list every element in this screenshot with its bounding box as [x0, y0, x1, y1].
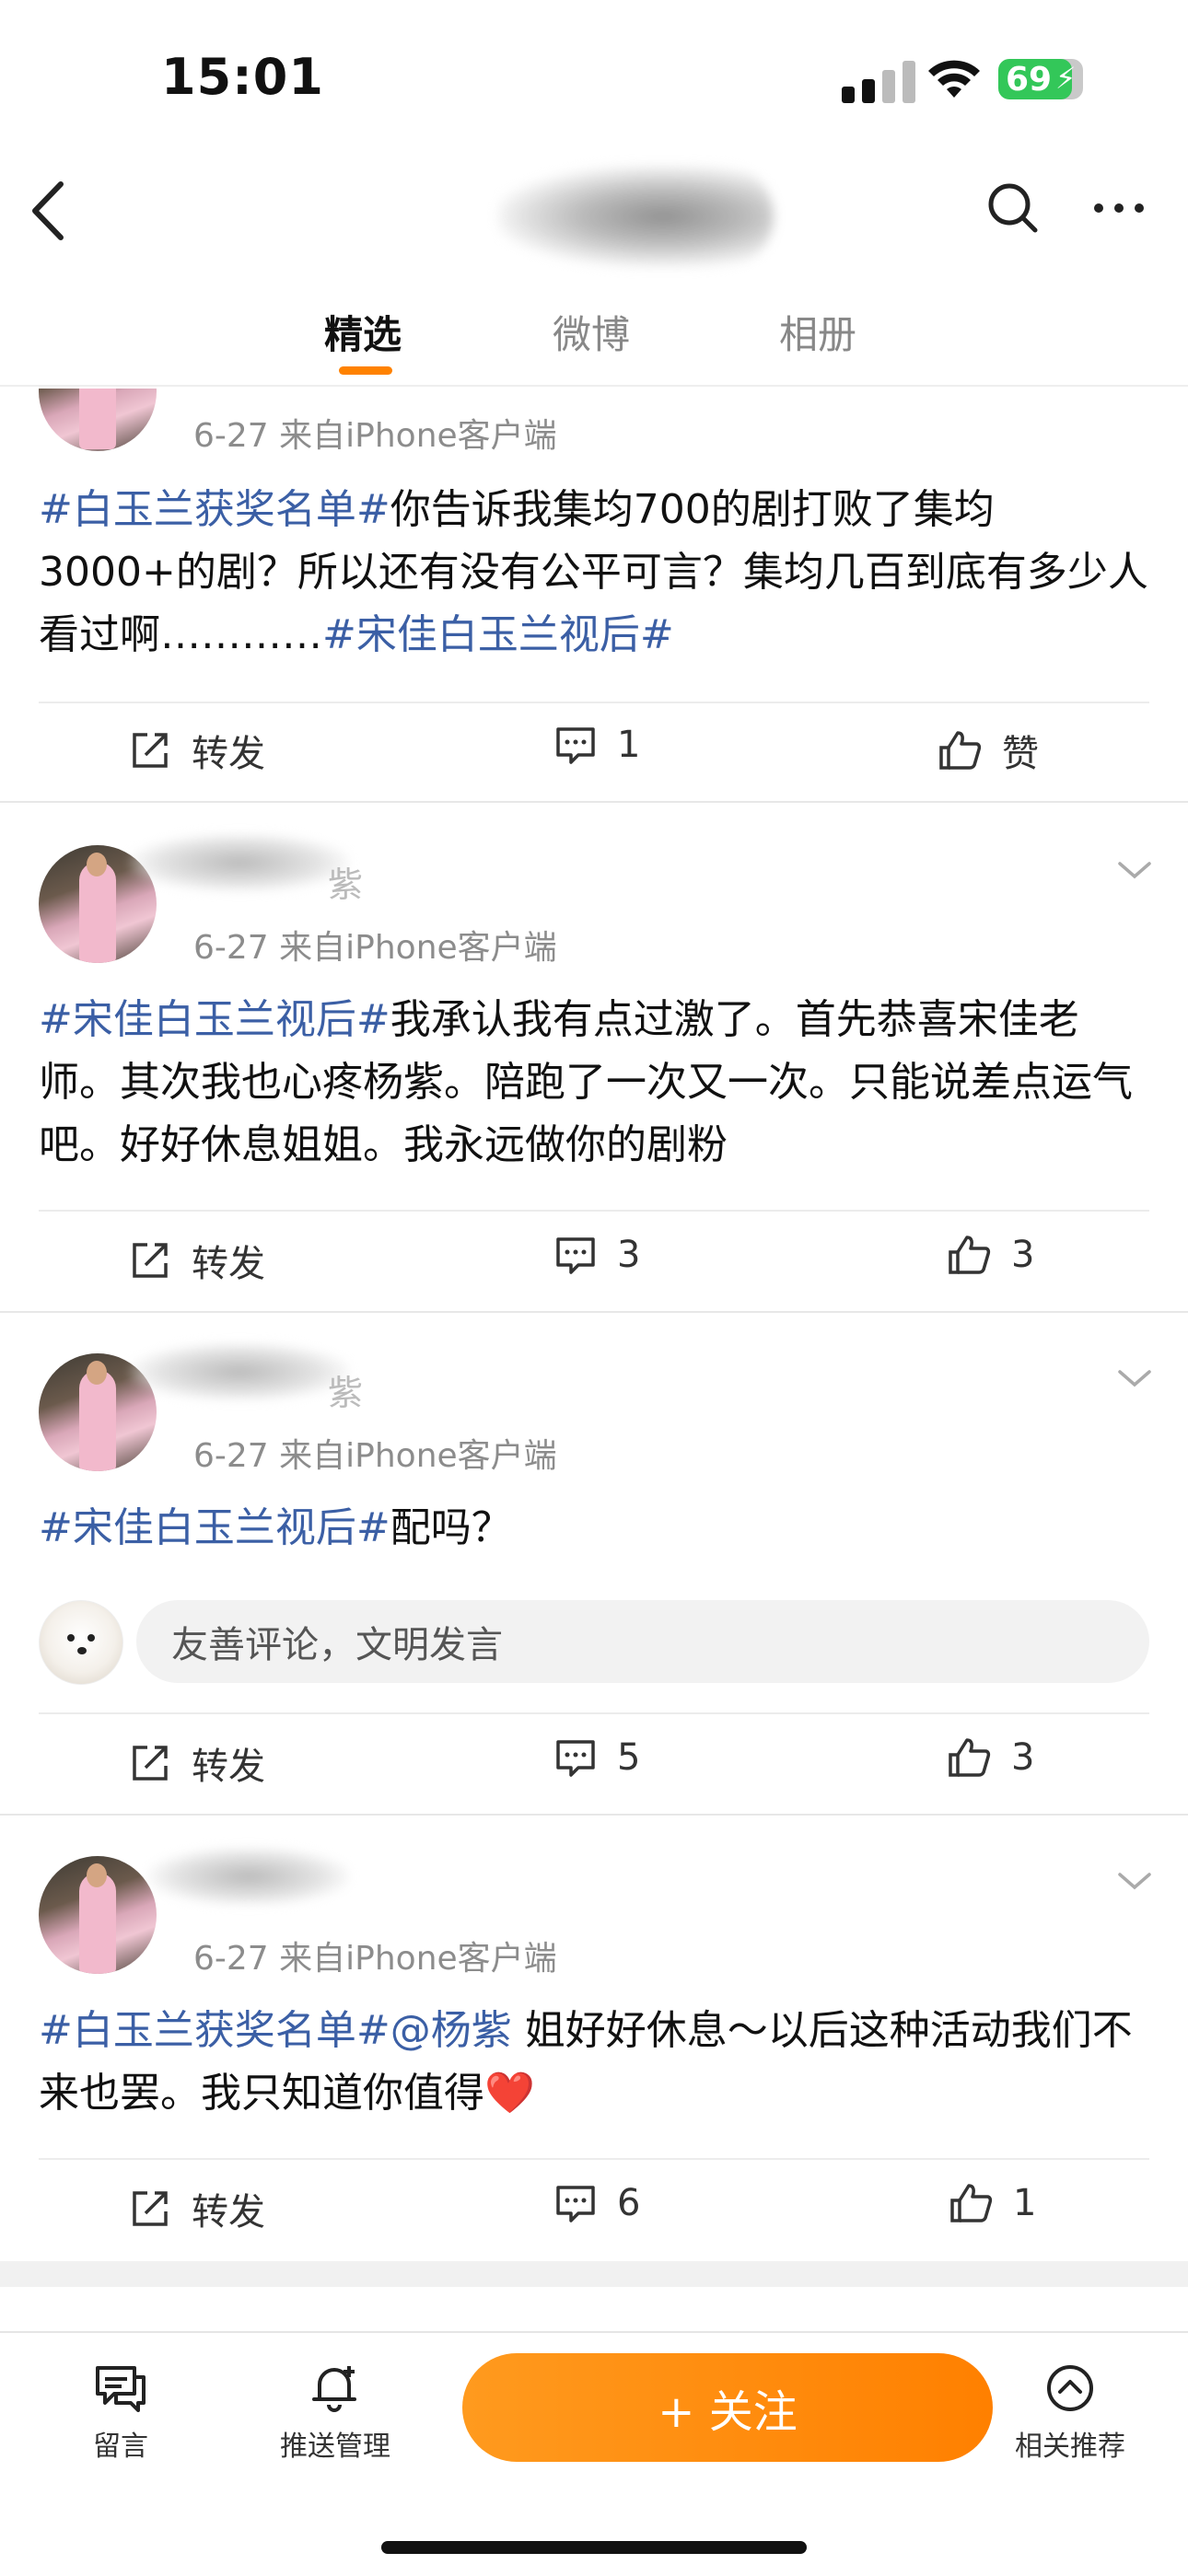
comment-icon [556, 727, 595, 764]
comment-icon [556, 2186, 595, 2222]
message-button[interactable]: 留言 [92, 2362, 149, 2464]
post-separator [0, 1311, 1188, 1313]
avatar[interactable] [39, 389, 157, 451]
divider [39, 1210, 1149, 1212]
comment-icon [556, 1237, 595, 1274]
topic-link[interactable]: #宋佳白玉兰视后# [39, 996, 390, 1043]
page-title-blurred [497, 166, 774, 267]
tabs-divider [0, 385, 1188, 387]
charging-icon: ⚡ [1055, 61, 1077, 96]
topic-link[interactable]: #宋佳白玉兰视后# [322, 611, 674, 658]
follow-button[interactable]: + 关注 [462, 2353, 993, 2462]
related-recommend-button[interactable]: 相关推荐 [1015, 2362, 1125, 2464]
message-icon [96, 2366, 146, 2412]
repost-icon [133, 733, 168, 768]
topic-link[interactable]: #白玉兰获奖名单# [39, 486, 390, 533]
topic-link[interactable]: #白玉兰获奖名单#@杨紫 [39, 2007, 512, 2054]
post-meta: 6-27 来自iPhone客户端 [193, 1940, 557, 1978]
username-blurred[interactable] [147, 1847, 350, 1906]
back-icon[interactable] [28, 180, 68, 241]
username-blurred[interactable] [129, 833, 350, 892]
comment-button[interactable]: 1 [554, 724, 640, 766]
username-partial: 紫 [328, 864, 364, 905]
section-separator [0, 2261, 1188, 2287]
wifi-icon [928, 60, 980, 98]
like-icon [949, 1738, 991, 1777]
repost-icon [133, 1243, 168, 1278]
avatar[interactable] [39, 1856, 157, 1974]
like-icon [949, 1236, 991, 1274]
repost-icon [133, 2191, 168, 2226]
comment-icon [556, 1740, 595, 1777]
repost-button[interactable]: 转发 [129, 1234, 265, 1287]
like-button[interactable]: 3 [947, 1234, 1034, 1276]
divider [39, 2158, 1149, 2160]
search-icon[interactable] [985, 180, 1041, 236]
tab-featured[interactable]: 精选 [324, 304, 402, 360]
repost-icon [133, 1746, 168, 1781]
post-text: #白玉兰获奖名单#@杨紫 姐好好休息～以后这种活动我们不来也罢。我只知道你值得❤… [39, 2007, 1133, 2117]
like-button[interactable]: 3 [947, 1736, 1034, 1779]
post-text: #宋佳白玉兰视后#我承认我有点过激了。首先恭喜宋佳老师。其次我也心疼杨紫。陪跑了… [39, 996, 1133, 1168]
divider [39, 1712, 1149, 1714]
like-icon [950, 2184, 993, 2222]
post-meta: 6-27 来自iPhone客户端 [193, 929, 557, 967]
divider [39, 702, 1149, 703]
like-icon [939, 731, 982, 770]
chevron-down-icon[interactable] [1116, 1871, 1153, 1893]
home-indicator [381, 2541, 807, 2554]
post-text: #白玉兰获奖名单#你告诉我集均700的剧打败了集均3000+的剧？所以还有没有公… [39, 486, 1148, 658]
status-time: 15:01 [161, 48, 324, 106]
username-blurred[interactable] [129, 1342, 350, 1401]
tab-weibo[interactable]: 微博 [553, 304, 630, 360]
tab-active-indicator [339, 366, 392, 375]
like-button[interactable]: 1 [949, 2182, 1036, 2224]
post-meta: 6-27 来自iPhone客户端 [193, 1437, 557, 1475]
repost-button[interactable]: 转发 [129, 1736, 265, 1790]
repost-button[interactable]: 转发 [129, 2182, 265, 2235]
topic-link[interactable]: #宋佳白玉兰视后# [39, 1504, 390, 1551]
post-meta: 6-27 来自iPhone客户端 [193, 417, 557, 455]
username-partial: 紫 [328, 1373, 364, 1413]
comment-button[interactable]: 6 [554, 2182, 640, 2224]
signal-icon [842, 61, 915, 103]
push-settings-button[interactable]: 推送管理 [280, 2362, 390, 2464]
bell-icon [312, 2366, 356, 2412]
my-avatar [39, 1600, 123, 1685]
post-separator [0, 801, 1188, 803]
chevron-down-icon[interactable] [1116, 860, 1153, 882]
comment-input[interactable]: 友善评论，文明发言 [136, 1600, 1149, 1683]
post-text: #宋佳白玉兰视后#配吗？ [39, 1504, 512, 1551]
comment-button[interactable]: 5 [554, 1736, 640, 1779]
related-icon [1047, 2365, 1093, 2411]
comment-button[interactable]: 3 [554, 1234, 640, 1276]
repost-button[interactable]: 转发 [129, 724, 265, 777]
post-separator [0, 1814, 1188, 1816]
like-button[interactable]: 赞 [938, 724, 1039, 777]
more-icon[interactable] [1091, 199, 1147, 217]
tab-album[interactable]: 相册 [779, 304, 856, 360]
chevron-down-icon[interactable] [1116, 1368, 1153, 1390]
